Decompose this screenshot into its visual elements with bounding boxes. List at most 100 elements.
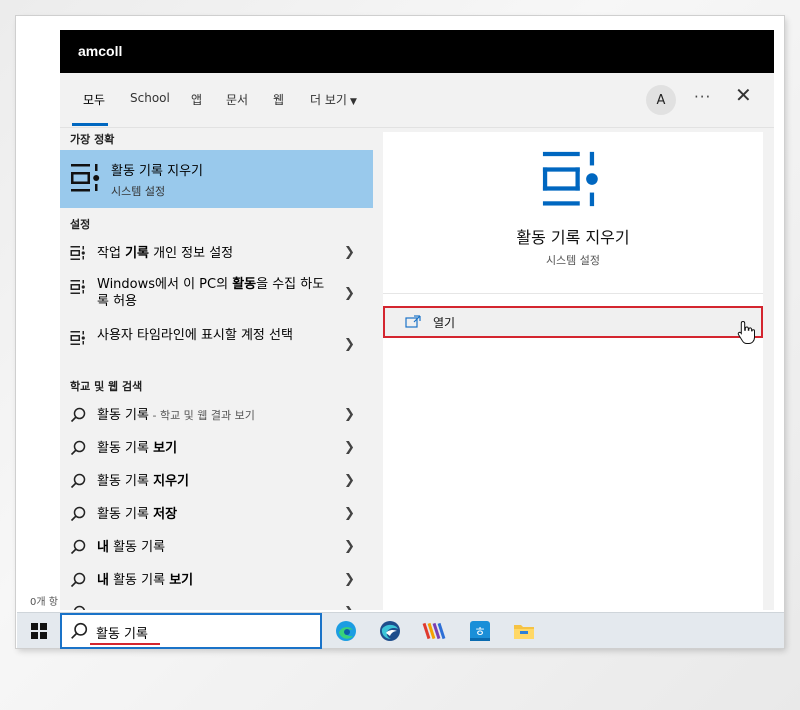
open-external-icon — [405, 314, 421, 333]
search-icon — [70, 572, 86, 592]
active-tab-indicator — [72, 123, 108, 126]
chevron-right-icon: ❯ — [344, 407, 355, 422]
detail-pane: 활동 기록 지우기 시스템 설정 열기 — [383, 132, 763, 610]
web-item-label: 활동 기록 지우기 — [97, 473, 325, 490]
web-item-my-activity[interactable]: 내 활동 기록 ❯ — [60, 534, 373, 562]
hand-cursor-icon — [737, 320, 755, 348]
settings-item-timeline-accounts[interactable]: 사용자 타임라인에 표시할 계정 선택 ❯ — [60, 324, 373, 368]
file-explorer-icon[interactable] — [512, 619, 536, 643]
web-item-view-activity[interactable]: 활동 기록 보기 ❯ — [60, 435, 373, 463]
tab-more[interactable]: 더 보기 ▼ — [310, 91, 357, 108]
close-icon[interactable]: ✕ — [735, 83, 752, 107]
label-part: 활동 기록 — [97, 408, 149, 423]
chevron-right-icon: ❯ — [344, 539, 355, 554]
label-highlight: 지우기 — [153, 474, 189, 489]
hwp-icon[interactable]: ㅎ — [468, 619, 492, 643]
web-item-label: 내 활동 기록 — [97, 539, 325, 556]
search-icon — [70, 473, 86, 493]
settings-item-activity-privacy[interactable]: 작업 기록 개인 정보 설정 ❯ — [60, 240, 373, 268]
search-icon — [70, 440, 86, 460]
chevron-right-icon: ❯ — [344, 506, 355, 521]
label-part: 활동 기록 — [97, 474, 154, 489]
app3-icon[interactable] — [422, 619, 446, 643]
best-match-title: 활동 기록 지우기 — [111, 164, 203, 179]
chevron-right-icon: ❯ — [344, 337, 355, 352]
label-highlight: 내 — [97, 540, 109, 555]
edge-icon[interactable] — [334, 619, 358, 643]
label-suffix: - 학교 및 웹 결과 보기 — [148, 409, 255, 422]
web-item-save-activity[interactable]: 활동 기록 저장 ❯ — [60, 501, 373, 529]
label-part: 활동 기록 — [108, 540, 166, 555]
timeline-icon — [70, 330, 86, 350]
label-part: 활동 기록 — [97, 507, 154, 522]
window-title: amcoll — [78, 43, 123, 59]
web-item-label: 내 활동 기록 보기 — [97, 572, 325, 589]
tab-apps[interactable]: 앱 — [191, 91, 202, 108]
label-highlight: 보기 — [169, 573, 194, 588]
settings-item-label: Windows에서 이 PC의 활동을 수집 하도록 허용 — [97, 276, 325, 310]
web-item-activity-history[interactable]: 활동 기록 - 학교 및 웹 결과 보기 ❯ — [60, 402, 373, 430]
settings-item-activity-collection[interactable]: Windows에서 이 PC의 활동을 수집 하도록 허용 ❯ — [60, 273, 373, 317]
search-icon — [70, 605, 86, 610]
label-part: 개인 정보 설정 — [148, 246, 234, 261]
label-part: 활동 기록 — [108, 573, 170, 588]
chevron-right-icon: ❯ — [344, 473, 355, 488]
open-button[interactable]: 열기 — [383, 306, 763, 338]
chevron-right-icon: ❯ — [344, 286, 355, 301]
web-item-label: 활동 기록 저장 — [97, 506, 325, 523]
tab-web[interactable]: 웹 — [273, 91, 284, 108]
avatar[interactable]: A — [646, 85, 676, 115]
start-tile — [40, 623, 47, 630]
section-settings: 설정 — [70, 218, 91, 231]
search-icon — [70, 539, 86, 559]
open-label: 열기 — [433, 316, 456, 330]
web-item-label: 활동 기록 - 학교 및 웹 결과 보기 — [97, 407, 325, 424]
screenshot-frame: 0개 항 amcoll 모두 School 앱 문서 웹 더 보기 ▼ A ···… — [0, 0, 800, 710]
label-part: Windows에서 이 PC의 — [97, 277, 233, 292]
scope-tabs: 모두 School 앱 문서 웹 더 보기 ▼ A ··· ✕ — [60, 73, 774, 128]
label-part: 작업 — [97, 246, 126, 261]
best-match-subtitle: 시스템 설정 — [111, 185, 166, 198]
start-tile — [31, 623, 38, 630]
timeline-icon — [70, 279, 86, 299]
web-item-label: 활동 기록 보기 — [97, 440, 325, 457]
label-highlight: 활동 — [232, 277, 257, 292]
svg-text:ㅎ: ㅎ — [474, 625, 486, 640]
web-item-view-my-activity[interactable]: 내 활동 기록 보기 ❯ — [60, 567, 373, 595]
taskbar: 활동 기록 ㅎ — [17, 612, 784, 649]
search-icon — [70, 622, 88, 644]
timeline-icon — [70, 162, 102, 198]
title-bar: amcoll — [60, 30, 774, 73]
tab-school[interactable]: School — [130, 91, 170, 105]
taskbar-search-input[interactable]: 활동 기록 — [60, 613, 322, 649]
label-highlight: 내 — [97, 573, 109, 588]
settings-item-label: 작업 기록 개인 정보 설정 — [97, 245, 325, 262]
start-tile — [31, 632, 38, 639]
start-tile — [40, 632, 47, 639]
detail-title: 활동 기록 지우기 — [516, 228, 630, 247]
web-item-clear-activity[interactable]: 활동 기록 지우기 ❯ — [60, 468, 373, 496]
label-highlight: 기록 — [125, 246, 149, 261]
web-item-partial[interactable]: ❯ — [60, 600, 373, 610]
chevron-right-icon: ❯ — [344, 440, 355, 455]
app2-icon[interactable] — [378, 619, 402, 643]
divider — [383, 293, 763, 294]
more-options-icon[interactable]: ··· — [694, 88, 711, 106]
chevron-right-icon: ❯ — [344, 245, 355, 260]
label-highlight: 보기 — [153, 441, 178, 456]
results-list: 가장 정확 활동 기록 지우기 시스템 설정 설정 작업 기록 개인 정보 설정… — [60, 128, 373, 610]
search-icon — [70, 407, 86, 427]
windows-search-panel: amcoll 모두 School 앱 문서 웹 더 보기 ▼ A ··· ✕ 가장… — [60, 30, 774, 610]
tab-more-label: 더 보기 — [310, 93, 347, 107]
windows-start-icon[interactable] — [31, 623, 47, 639]
section-web-search: 학교 및 웹 검색 — [70, 380, 143, 393]
timeline-icon — [70, 245, 86, 265]
label-part: 활동 기록 — [97, 441, 154, 456]
chevron-right-icon: ❯ — [344, 572, 355, 587]
tab-all[interactable]: 모두 — [83, 91, 105, 108]
detail-subtitle: 시스템 설정 — [545, 254, 601, 267]
best-match-item[interactable]: 활동 기록 지우기 시스템 설정 — [60, 150, 373, 208]
tab-documents[interactable]: 문서 — [226, 91, 248, 108]
red-underline — [90, 643, 160, 645]
chevron-right-icon: ❯ — [344, 605, 355, 610]
